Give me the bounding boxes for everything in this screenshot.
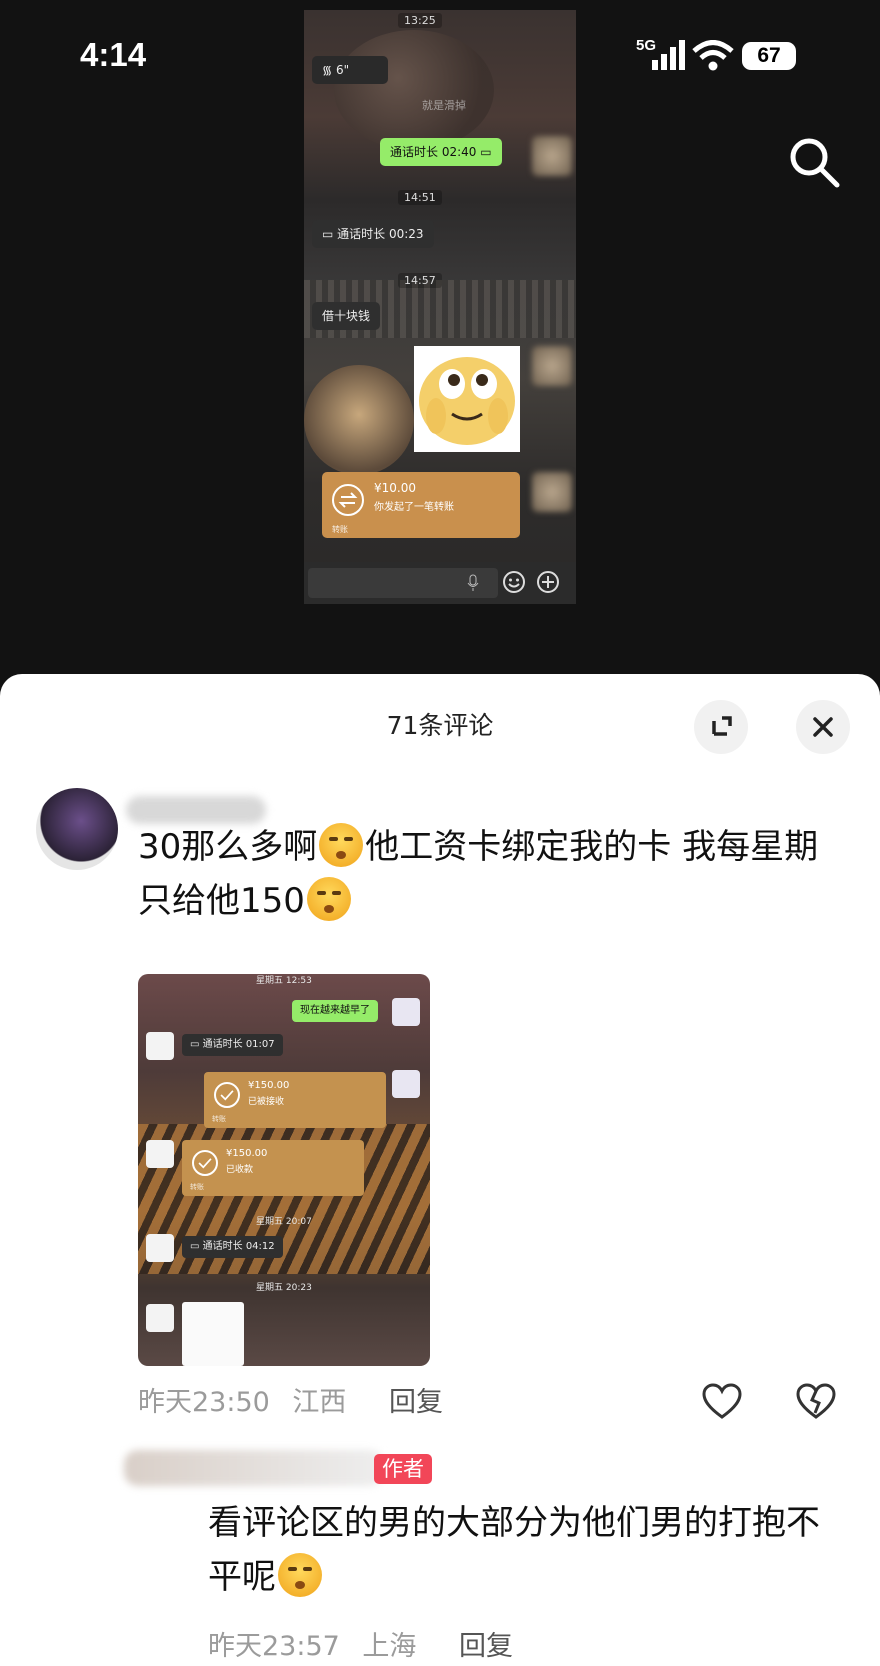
commenter-avatar[interactable] [36,788,118,870]
comment-text: 30那么多啊 他工资卡绑定我的卡 我每星期 [138,820,818,874]
friend-avatar [146,1032,174,1060]
call-bubble-out: 通话时长 02:40 ▭ [380,138,502,166]
author-badge: 作者 [374,1454,432,1484]
call-duration: 通话时长 02:40 [390,145,477,159]
voice-message: ᯾ 6" [312,56,388,84]
video-call-icon: ▭ [322,227,334,241]
comment-text-part: 他工资卡绑定我的卡 我每星期 [365,827,819,867]
transfer-card[interactable]: ¥10.00 你发起了一笔转账 转账 [322,472,520,538]
call-bubble-in: ▭ 通话时长 00:23 [312,220,434,248]
chat-timestamp: 星期五 20:07 [256,1217,312,1227]
transfer-amount: ¥150.00 [248,1080,290,1091]
reply-text: 看评论区的男的大部分为他们男的打抱不 [208,1503,820,1543]
comment-sheet: 71条评论 30那么多啊 他工资卡绑定我的卡 我每星期 只给他150 星期五 12… [0,674,880,1666]
video-call-icon: ▭ [190,1039,200,1050]
comment-location: 上海 [362,1631,417,1662]
call-duration: 通话时长 04:12 [202,1241,275,1252]
plus-icon [537,571,559,593]
my-avatar [392,998,420,1026]
friend-avatar [146,1304,174,1332]
signal-icon [652,40,685,70]
transfer-footer: 转账 [332,525,348,534]
transfer-footer: 转账 [190,1183,204,1191]
expand-button[interactable] [694,700,748,754]
voice-duration: 6" [336,63,350,77]
transfer-amount: ¥10.00 [374,481,416,495]
sticker-image [414,346,520,452]
chat-timestamp: 星期五 12:53 [256,976,312,986]
emoji-pleading-icon [278,1553,322,1597]
text-bubble: 现在越来越早了 [292,1000,378,1022]
reply-meta: 昨天23:57 上海 回复 [208,1624,513,1663]
call-bubble: ▭ 通话时长 01:07 [182,1034,283,1056]
chat-input-bar [304,562,576,604]
check-icon [192,1150,218,1176]
comment-count-title: 71条评论 [386,711,494,740]
close-icon [813,717,833,737]
my-avatar [532,136,572,176]
reply-text: 平呢 [208,1550,324,1604]
comment-time: 昨天23:50 [138,1387,270,1418]
dislike-icon[interactable] [794,1380,838,1424]
reply-button[interactable]: 回复 [459,1631,513,1662]
like-icon[interactable] [700,1380,744,1424]
post-image[interactable]: 13:25 ᯾ 6" 就是滑掉 通话时长 02:40 ▭ 14:51 ▭ 通话时… [304,10,576,604]
blurred-label: 就是滑掉 [422,99,466,112]
comment-text-part: 30那么多啊 [138,827,318,867]
comment-text-part: 只给他150 [138,881,305,921]
friend-avatar [146,1140,174,1168]
video-call-icon: ▭ [190,1241,200,1252]
mic-icon [467,574,479,591]
emoji-smug-icon [306,877,351,921]
call-bubble: ▭ 通话时长 04:12 [182,1236,283,1258]
status-time: 4:14 [80,36,147,73]
article-card [182,1302,244,1366]
background-cat [334,30,494,150]
check-icon [214,1082,240,1108]
battery-indicator: 67 [742,42,796,70]
transfer-amount: ¥150.00 [226,1148,268,1159]
emoji-smug-icon [319,823,364,867]
emoji-icon [503,571,525,593]
expand-icon [712,716,732,736]
chat-timestamp: 14:57 [398,273,442,288]
comment-text: 只给他150 [138,874,353,928]
chat-timestamp: 13:25 [398,13,442,28]
transfer-card: ¥150.00 已被接收 转账 [204,1072,386,1128]
close-button[interactable] [796,700,850,754]
chat-timestamp: 星期五 20:23 [256,1283,312,1293]
transfer-status: 已收款 [226,1165,254,1175]
comment-image[interactable]: 星期五 12:53 现在越来越早了 ▭ 通话时长 01:07 ¥150.00 已… [138,974,430,1366]
wifi-icon [692,40,734,71]
comment-meta: 昨天23:50 江西 回复 [138,1380,443,1419]
transfer-icon [332,484,364,516]
comment-location: 江西 [292,1387,347,1418]
screen: 4:14 5G 67 13:25 ᯾ 6" 就是滑掉 通话时长 02:40 ▭ [0,0,880,1666]
reply-author-name[interactable] [124,1450,384,1486]
my-avatar [532,346,572,386]
voice-icon: ᯾ [322,63,333,77]
text-bubble: 借十块钱 [312,302,381,330]
friend-avatar [146,1234,174,1262]
transfer-description: 你发起了一笔转账 [374,502,454,513]
call-duration: 通话时长 00:23 [337,227,424,241]
my-avatar [392,1070,420,1098]
video-call-icon: ▭ [480,145,492,159]
reply-button[interactable]: 回复 [389,1387,443,1418]
reply-text-part: 平呢 [208,1557,276,1597]
background-cat-2 [304,365,414,475]
chat-timestamp: 14:51 [398,190,442,205]
transfer-footer: 转账 [212,1115,226,1123]
comment-time: 昨天23:57 [208,1631,340,1662]
transfer-status: 已被接收 [248,1097,285,1107]
transfer-card: ¥150.00 已收款 转账 [182,1140,364,1196]
search-icon[interactable] [786,134,842,190]
call-duration: 通话时长 01:07 [202,1039,275,1050]
my-avatar [532,472,572,512]
